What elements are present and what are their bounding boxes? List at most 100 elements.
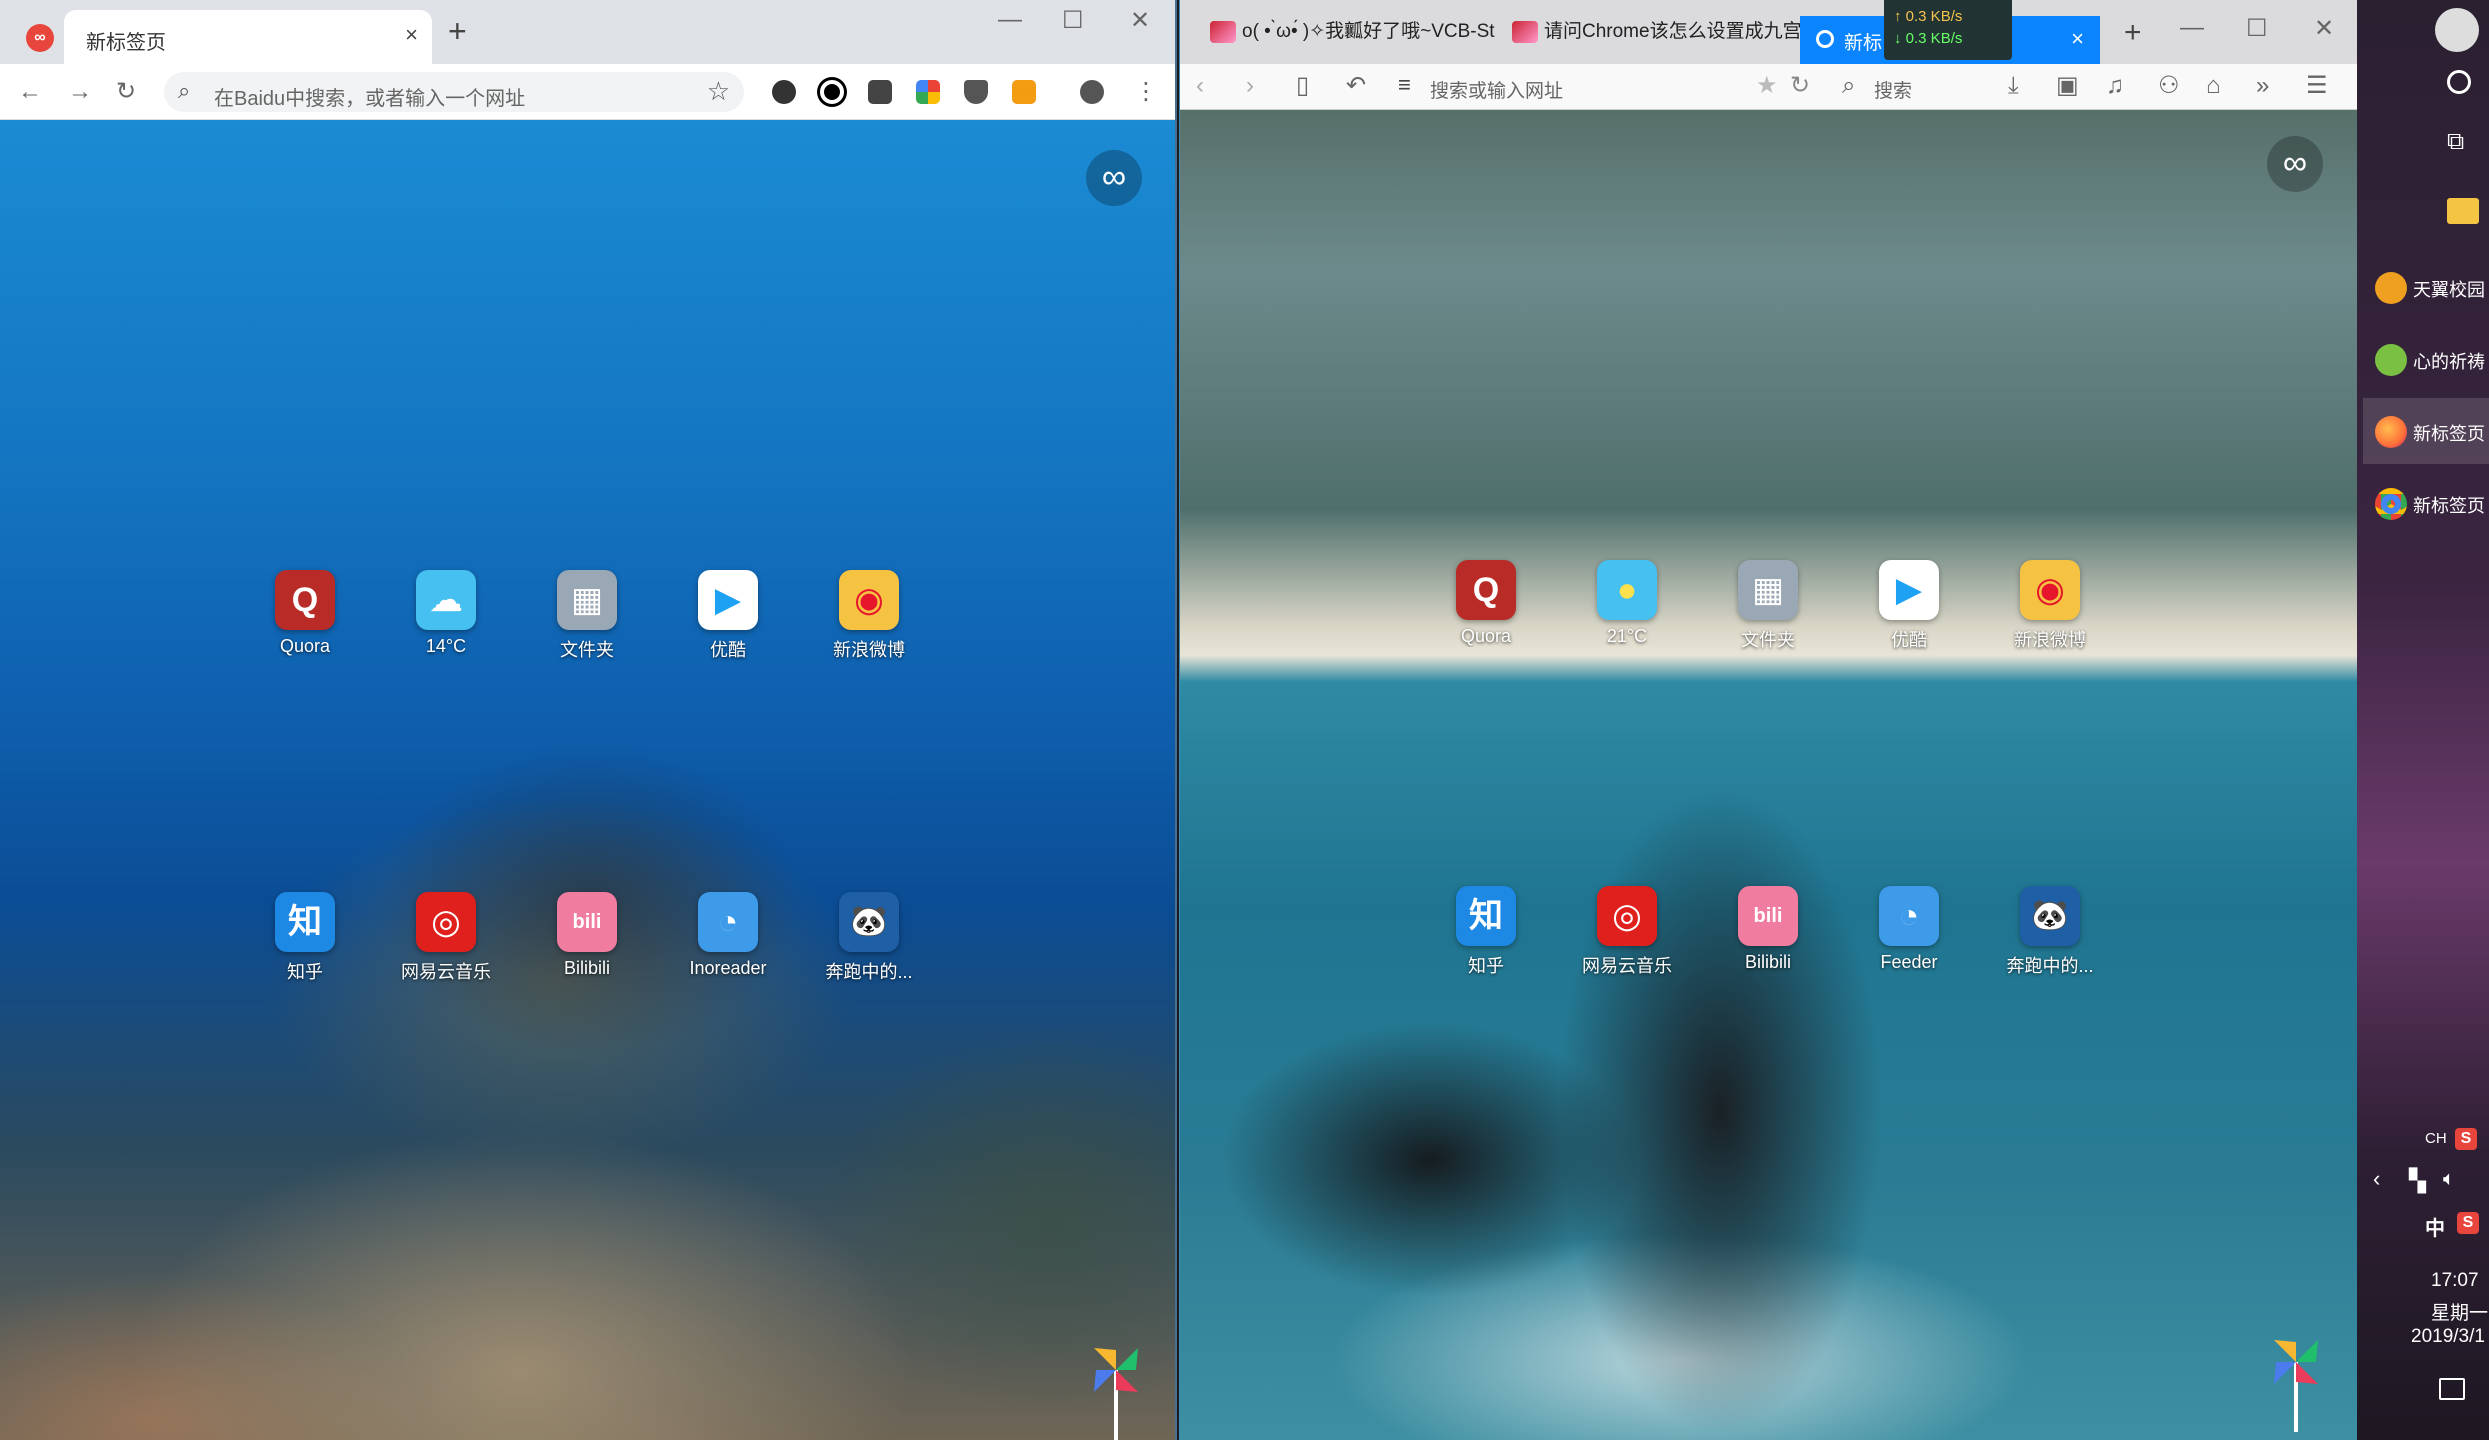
url-bar[interactable]: ≡ 搜索或输入网址 — [1396, 68, 1856, 104]
download-icon[interactable]: ⤓ — [2008, 72, 2019, 100]
headphones-icon[interactable]: ♫ — [2106, 72, 2124, 100]
windows-taskbar: ⧉ 天翼校园 心的祈祷 新标签页 新标签页 CH S ‹ ▚ 🔈︎ 中 S 17… — [2357, 0, 2489, 1440]
clock-time[interactable]: 17:07 — [2431, 1270, 2479, 1292]
bookmark-star-icon[interactable]: ★ — [1756, 72, 1778, 100]
extension-rss-icon[interactable] — [1012, 80, 1036, 104]
task-view-icon[interactable]: ⧉ — [2447, 128, 2464, 156]
back-chevron-icon[interactable]: ‹ — [1196, 72, 1204, 100]
bookmark-icon[interactable]: ⌂ — [2206, 72, 2221, 100]
forward-chevron-icon[interactable]: › — [1246, 72, 1254, 100]
extension-dots-icon[interactable] — [868, 80, 892, 104]
shortcut-panda[interactable]: 🐼 奔跑中的... — [1990, 886, 2110, 996]
firefox-tab-1[interactable]: o( • ̀ω•́ )✧我瓤好了哦~VCB-St — [1210, 16, 1510, 64]
taskbar-item-chrome[interactable]: 新标签页 — [2363, 470, 2489, 536]
youku-play-icon: ▶ — [698, 570, 758, 630]
chrome-active-tab[interactable]: 新标签页 × — [64, 10, 432, 64]
clock-weekday[interactable]: 星期一 — [2431, 1298, 2488, 1325]
shortcut-inoreader[interactable]: ◔ Inoreader — [668, 892, 788, 1002]
tianyi-icon — [2375, 272, 2407, 304]
new-tab-button[interactable]: + — [2124, 16, 2142, 50]
shortcut-weather[interactable]: ● 21°C — [1567, 560, 1687, 670]
tray-expand-chevron-icon[interactable]: ‹ — [2373, 1166, 2380, 1192]
omnibox[interactable]: ⌕ 在Baidu中搜索，或者输入一个网址 ☆ — [164, 72, 744, 112]
shortcut-weather[interactable]: ☁ 14°C — [386, 570, 506, 680]
shortcut-label: 优酷 — [1891, 630, 1927, 650]
overflow-chevrons-icon[interactable]: » — [2256, 72, 2269, 100]
ime-language[interactable]: CH — [2425, 1130, 2447, 1147]
zhihu-icon: 知 — [1456, 886, 1516, 946]
shortcut-panda[interactable]: 🐼 奔跑中的... — [809, 892, 929, 1002]
taskbar-item-tianyi[interactable]: 天翼校园 — [2363, 254, 2489, 320]
shortcut-bilibili[interactable]: bili Bilibili — [527, 892, 647, 1002]
close-window-button[interactable]: ✕ — [2314, 14, 2334, 43]
pinwheel-icon[interactable] — [1086, 1340, 1146, 1440]
close-window-button[interactable]: ✕ — [1130, 6, 1150, 35]
shortcut-youku[interactable]: ▶ 优酷 — [668, 570, 788, 680]
tray-app-icon[interactable]: ▚ — [2409, 1168, 2426, 1194]
search-box[interactable]: ⌕ 搜索 — [1840, 68, 2000, 104]
tab-close-icon[interactable]: × — [2071, 26, 2084, 52]
shortcut-folder[interactable]: ▦ 文件夹 — [527, 570, 647, 680]
tab-title: 请问Chrome该怎么设置成九宫 — [1544, 21, 1802, 42]
taskbar-item-firefox[interactable]: 新标签页 — [2363, 398, 2489, 464]
taskbar-item-prayer[interactable]: 心的祈祷 — [2363, 326, 2489, 392]
start-circle-icon[interactable] — [2447, 70, 2471, 94]
extension-google-icon[interactable] — [916, 80, 940, 104]
search-placeholder: 搜索 — [1874, 81, 1913, 102]
shortcut-weibo[interactable]: ◉ 新浪微博 — [809, 570, 929, 680]
extension-circle-icon[interactable] — [820, 80, 844, 104]
firefox-toolbar: ‹ › ▯ ↶ ≡ 搜索或输入网址 ★ ↻ ⌕ 搜索 ⤓ ▣ ♫ ⚇ ⌂ » ☰ — [1180, 64, 2357, 110]
user-avatar[interactable] — [2435, 8, 2479, 52]
clock-date[interactable]: 2019/3/1 — [2411, 1326, 2485, 1348]
shortcut-bilibili[interactable]: bili Bilibili — [1708, 886, 1828, 996]
shortcut-label: 奔跑中的... — [2006, 956, 2094, 976]
shortcut-feeder[interactable]: ◔ Feeder — [1849, 886, 1969, 996]
minimize-button[interactable]: — — [2180, 14, 2204, 42]
shortcut-weibo[interactable]: ◉ 新浪微博 — [1990, 560, 2110, 670]
sogou-ime-icon[interactable]: S — [2455, 1128, 2477, 1150]
shortcut-zhihu[interactable]: 知 知乎 — [245, 892, 365, 1002]
volume-icon[interactable]: 🔈︎ — [2443, 1168, 2455, 1191]
maximize-button[interactable]: ☐ — [2246, 14, 2268, 43]
netease-music-icon: ◎ — [1597, 886, 1657, 946]
reload-icon[interactable]: ↻ — [116, 78, 136, 106]
maximize-button[interactable]: ☐ — [1062, 6, 1084, 35]
extension-sync-icon[interactable] — [772, 80, 796, 104]
minimize-button[interactable]: — — [998, 6, 1022, 34]
bilibili-icon: bili — [557, 892, 617, 952]
undo-icon[interactable]: ↶ — [1346, 72, 1366, 100]
forward-arrow-icon[interactable]: → — [68, 78, 92, 106]
tab-close-icon[interactable]: × — [405, 22, 418, 48]
chrome-window: 新标签页 × ∞ + — ☐ ✕ ← → ↻ ⌕ 在Baidu中搜索，或者输入一… — [0, 0, 1177, 1440]
shortcut-youku[interactable]: ▶ 优酷 — [1849, 560, 1969, 670]
profile-avatar-icon[interactable] — [1080, 80, 1104, 104]
bookmark-star-icon[interactable]: ☆ — [707, 76, 730, 107]
shortcut-quora[interactable]: Q Quora — [245, 570, 365, 680]
infinity-settings-icon[interactable]: ∞ — [1086, 150, 1142, 206]
spy-icon[interactable]: ⚇ — [2158, 72, 2180, 100]
shortcut-quora[interactable]: Q Quora — [1426, 560, 1546, 670]
hamburger-menu-icon[interactable]: ☰ — [2306, 72, 2328, 100]
extension-pocket-icon[interactable] — [964, 80, 988, 104]
new-tab-button[interactable]: + — [448, 15, 467, 47]
shortcut-label: 文件夹 — [1741, 630, 1795, 650]
firefox-icon — [2375, 416, 2407, 448]
ime-mode[interactable]: 中 — [2425, 1212, 2445, 1241]
shortcut-zhihu[interactable]: 知 知乎 — [1426, 886, 1546, 996]
shortcut-netease-music[interactable]: ◎ 网易云音乐 — [1567, 886, 1687, 996]
quora-icon: Q — [275, 570, 335, 630]
pinwheel-icon[interactable] — [2266, 1332, 2326, 1432]
shortcut-netease-music[interactable]: ◎ 网易云音乐 — [386, 892, 506, 1002]
shortcut-label: 知乎 — [1468, 956, 1504, 976]
firefox-tab-2[interactable]: 请问Chrome该怎么设置成九宫 — [1512, 16, 1802, 64]
reload-icon[interactable]: ↻ — [1790, 72, 1810, 100]
more-menu-icon[interactable]: ⋮ — [1134, 78, 1158, 106]
screenshot-camera-icon[interactable]: ▣ — [2056, 72, 2079, 100]
file-explorer-icon[interactable] — [2447, 198, 2479, 224]
back-arrow-icon[interactable]: ← — [18, 78, 42, 106]
reader-book-icon[interactable]: ▯ — [1296, 72, 1309, 100]
notification-center-icon[interactable] — [2439, 1378, 2465, 1400]
sogou-ime-icon[interactable]: S — [2457, 1212, 2479, 1234]
shortcut-folder[interactable]: ▦ 文件夹 — [1708, 560, 1828, 670]
infinity-settings-icon[interactable]: ∞ — [2267, 136, 2323, 192]
